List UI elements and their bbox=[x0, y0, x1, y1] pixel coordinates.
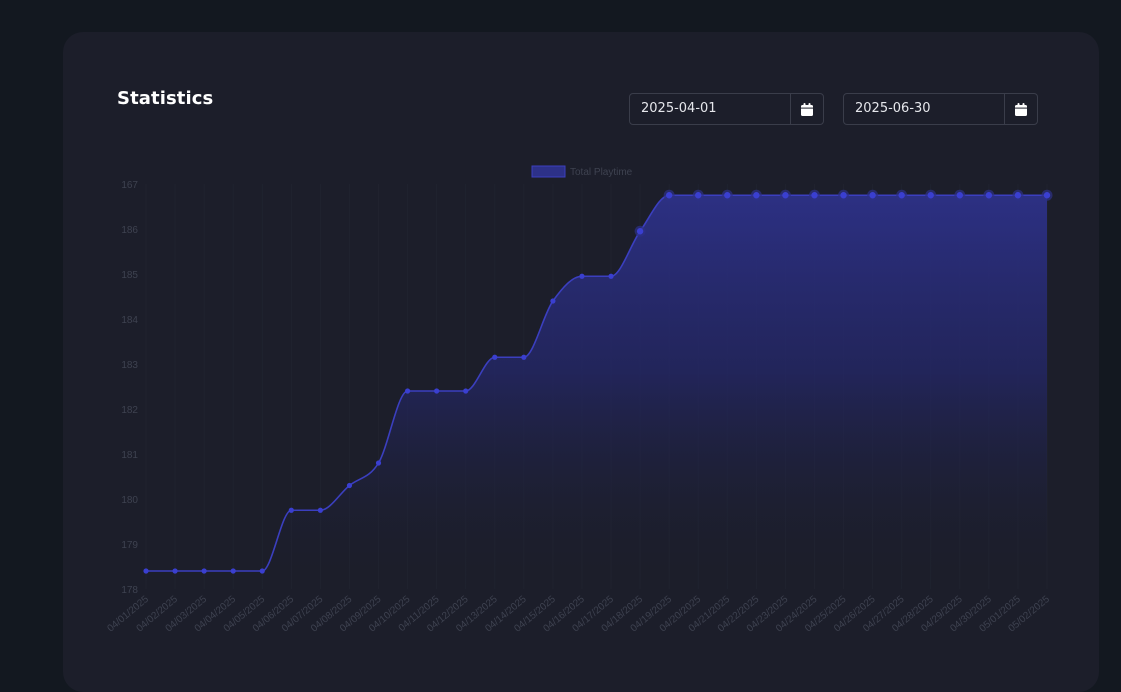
data-point[interactable] bbox=[230, 568, 236, 574]
data-point[interactable] bbox=[869, 192, 876, 199]
legend-label: Total Playtime bbox=[570, 167, 633, 178]
data-point[interactable] bbox=[985, 192, 993, 199]
data-point[interactable] bbox=[665, 192, 673, 199]
y-tick-label: 178 bbox=[121, 585, 138, 596]
area-fill bbox=[146, 195, 1047, 589]
data-point[interactable] bbox=[1043, 192, 1051, 199]
y-tick-label: 186 bbox=[121, 225, 138, 236]
data-point[interactable] bbox=[259, 568, 265, 574]
data-point[interactable] bbox=[956, 192, 964, 199]
y-tick-label: 179 bbox=[121, 540, 138, 551]
data-point[interactable] bbox=[317, 507, 323, 513]
y-axis-ticks: 178 179 180 181 182 183 184 185 186 167 bbox=[121, 180, 138, 596]
data-point[interactable] bbox=[927, 192, 934, 199]
y-tick-label: 184 bbox=[121, 315, 138, 326]
data-point[interactable] bbox=[404, 388, 411, 394]
data-point[interactable] bbox=[724, 192, 731, 199]
y-tick-label: 185 bbox=[121, 270, 138, 281]
data-point[interactable] bbox=[521, 354, 527, 360]
data-point[interactable] bbox=[840, 192, 847, 199]
y-tick-label: 182 bbox=[121, 405, 138, 416]
data-point[interactable] bbox=[346, 482, 353, 489]
data-point[interactable] bbox=[1014, 192, 1022, 199]
data-point[interactable] bbox=[201, 568, 207, 574]
data-point[interactable] bbox=[172, 568, 178, 574]
data-point[interactable] bbox=[636, 228, 644, 235]
y-tick-label: 180 bbox=[121, 495, 138, 506]
data-point[interactable] bbox=[375, 460, 382, 466]
data-point[interactable] bbox=[782, 192, 789, 199]
y-tick-label: 183 bbox=[121, 360, 138, 371]
data-point[interactable] bbox=[288, 507, 294, 513]
data-point[interactable] bbox=[811, 192, 818, 199]
data-point[interactable] bbox=[695, 192, 702, 199]
data-point[interactable] bbox=[753, 192, 760, 199]
legend-swatch bbox=[531, 165, 566, 178]
x-axis-ticks: 04/01/202504/02/202504/03/202504/04/2025… bbox=[106, 594, 1053, 635]
data-point[interactable] bbox=[492, 354, 498, 360]
playtime-line-chart: 178 179 180 181 182 183 184 185 186 167 04/01/202… bbox=[106, 165, 1053, 635]
legend: Total Playtime bbox=[531, 165, 633, 178]
data-point[interactable] bbox=[463, 388, 469, 394]
data-point[interactable] bbox=[898, 192, 905, 199]
y-tick-label: 181 bbox=[121, 450, 138, 461]
y-tick-label: 167 bbox=[121, 180, 138, 191]
data-point[interactable] bbox=[143, 568, 149, 574]
data-point[interactable] bbox=[434, 388, 440, 394]
series-area bbox=[146, 195, 1047, 589]
data-point[interactable] bbox=[550, 298, 556, 304]
data-point[interactable] bbox=[608, 273, 614, 279]
data-point[interactable] bbox=[579, 273, 585, 279]
